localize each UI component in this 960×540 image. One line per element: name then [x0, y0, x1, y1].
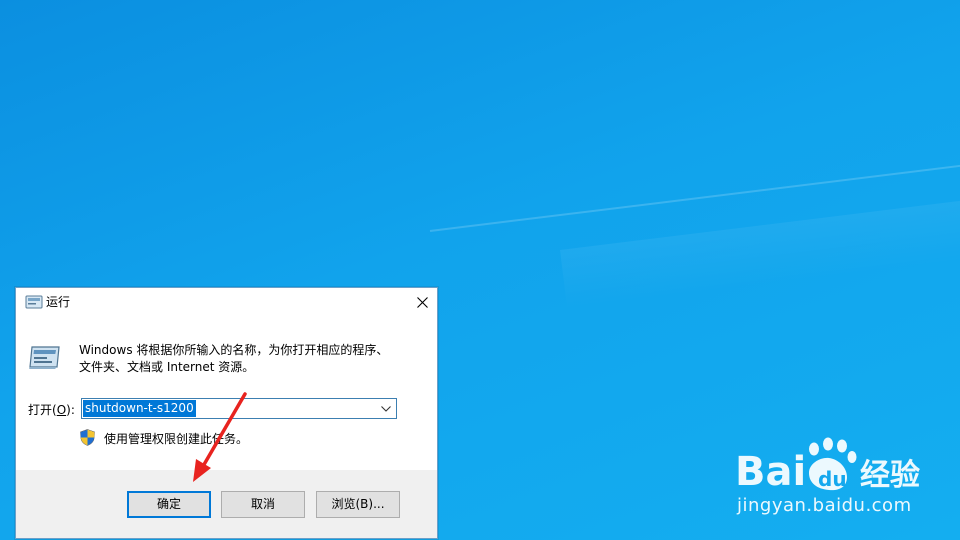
desktop-background: 运行 Windows 将根据你所输入的名称，为你打开相应的程序、 文件夹、文档或…: [0, 0, 960, 540]
description-line-2: 文件夹、文档或 Internet 资源。: [79, 360, 255, 374]
run-program-icon: [25, 295, 43, 309]
open-combobox[interactable]: shutdown-t-s1200: [81, 398, 397, 419]
watermark-url: jingyan.baidu.com: [737, 495, 912, 516]
chevron-down-icon: [381, 405, 391, 412]
svg-text:Bai: Bai: [735, 449, 806, 493]
browse-button[interactable]: 浏览(B)...: [316, 491, 400, 518]
run-program-icon: [29, 346, 60, 369]
open-label-prefix: 打开(: [28, 403, 57, 417]
run-dialog: 运行 Windows 将根据你所输入的名称，为你打开相应的程序、 文件夹、文档或…: [15, 287, 438, 539]
dialog-footer: 确定 取消 浏览(B)...: [16, 470, 437, 538]
admin-note: 使用管理权限创建此任务。: [104, 432, 249, 446]
svg-text:经验: 经验: [860, 458, 920, 493]
open-label-suffix: ):: [66, 403, 75, 417]
ok-button[interactable]: 确定: [127, 491, 211, 518]
dialog-description: Windows 将根据你所输入的名称，为你打开相应的程序、 文件夹、文档或 In…: [79, 342, 419, 376]
combo-dropdown-button[interactable]: [378, 401, 394, 416]
open-label-accesskey: O: [56, 403, 67, 417]
dialog-titlebar[interactable]: 运行: [16, 288, 437, 316]
uac-shield-icon: [80, 429, 95, 446]
svg-text:du: du: [818, 467, 847, 491]
command-input[interactable]: shutdown-t-s1200: [83, 400, 196, 417]
close-icon: [416, 296, 428, 308]
open-label: 打开(O):: [28, 402, 75, 418]
cancel-button[interactable]: 取消: [221, 491, 305, 518]
description-line-1: Windows 将根据你所输入的名称，为你打开相应的程序、: [79, 343, 389, 357]
baidu-watermark: Bai 经验 du jingyan.baidu.com: [735, 437, 955, 527]
dialog-title: 运行: [46, 295, 71, 309]
close-button[interactable]: [407, 288, 437, 316]
baidu-jingyan-logo: Bai 经验 du: [735, 437, 920, 493]
